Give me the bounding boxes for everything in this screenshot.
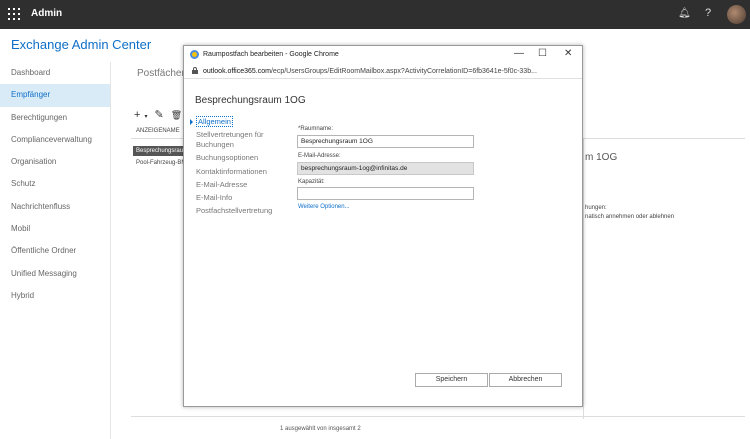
list-toolbar: + ▾ ✎ 🗑 [134, 108, 186, 121]
capacity-label: Kapazität: [298, 179, 325, 185]
nav-item-complianceverwaltung[interactable]: Complianceverwaltung [0, 129, 110, 151]
tab-kontaktinformationen[interactable]: Kontaktinformationen [189, 167, 289, 177]
app-launcher-icon[interactable] [8, 8, 20, 20]
help-icon[interactable]: ? [705, 7, 711, 19]
tab-email-adresse[interactable]: E-Mail-Adresse [189, 180, 289, 190]
tab-allgemein[interactable]: Allgemein [189, 116, 289, 127]
cancel-button[interactable]: Abbrechen [489, 373, 562, 387]
nav-item-unified-messaging[interactable]: Unified Messaging [0, 263, 110, 285]
email-field[interactable] [297, 162, 474, 175]
tab-stellvertretungen[interactable]: Stellvertretungen für Buchungen [189, 130, 289, 150]
column-header[interactable]: ANZEIGENAME [136, 128, 180, 134]
maximize-button[interactable]: ☐ [538, 48, 547, 59]
chrome-icon [190, 50, 199, 59]
url-text: outlook.office365.com/ecp/UsersGroups/Ed… [203, 68, 537, 75]
delete-icon[interactable]: 🗑 [171, 110, 182, 120]
edit-room-mailbox-window: Raumpostfach bearbeiten - Google Chrome … [183, 45, 583, 407]
status-text: 1 ausgewählt von insgesamt 2 [280, 426, 361, 432]
nav-item-empfaenger[interactable]: Empfänger [0, 84, 110, 107]
close-button[interactable]: ✕ [564, 48, 572, 59]
email-label: E-Mail-Adresse: [298, 153, 341, 159]
app-title: Admin [31, 8, 63, 19]
room-name-label: *Raumname: [298, 126, 334, 132]
lock-icon [192, 67, 198, 74]
bell-icon[interactable]: 🔔︎ [678, 8, 691, 19]
more-options-link[interactable]: Weitere Optionen... [298, 204, 350, 210]
window-title: Raumpostfach bearbeiten - Google Chrome [203, 51, 339, 58]
detail-title: m 1OG [585, 152, 618, 163]
tab-email-info[interactable]: E-Mail-Info [189, 193, 289, 203]
table-row[interactable]: Besprechungsraum 1OG [133, 146, 185, 156]
avatar[interactable] [727, 5, 746, 24]
divider [131, 416, 745, 417]
divider [583, 139, 584, 419]
nav-item-nachrichtenfluss[interactable]: Nachrichtenfluss [0, 196, 110, 218]
section-title: Postfächer [137, 68, 185, 79]
window-titlebar[interactable]: Raumpostfach bearbeiten - Google Chrome … [184, 46, 582, 63]
detail-text: hungen: [585, 205, 607, 211]
nav-item-mobil[interactable]: Mobil [0, 218, 110, 240]
detail-text: natisch annehmen oder ablehnen [585, 214, 675, 220]
room-name-field[interactable] [297, 135, 474, 148]
save-button[interactable]: Speichern [415, 373, 488, 387]
nav-item-schutz[interactable]: Schutz [0, 173, 110, 195]
dialog-sidebar: Allgemein Stellvertretungen für Buchunge… [189, 116, 289, 219]
tab-postfachstellvertretung[interactable]: Postfachstellvertretung [189, 206, 289, 216]
nav-item-hybrid[interactable]: Hybrid [0, 285, 110, 307]
left-nav: Dashboard Empfänger Berechtigungen Compl… [0, 62, 110, 307]
nav-divider [110, 62, 111, 439]
address-bar[interactable]: outlook.office365.com/ecp/UsersGroups/Ed… [184, 63, 582, 79]
chevron-down-icon[interactable]: ▾ [144, 114, 147, 120]
edit-icon[interactable]: ✎ [155, 109, 164, 121]
top-bar: Admin 🔔︎ ? [0, 0, 750, 29]
nav-item-oeffentliche-ordner[interactable]: Öffentliche Ordner [0, 240, 110, 262]
minimize-button[interactable]: — [514, 48, 524, 59]
page-title: Exchange Admin Center [11, 37, 152, 52]
dialog-heading: Besprechungsraum 1OG [195, 95, 306, 106]
add-icon[interactable]: + [134, 109, 140, 121]
nav-item-berechtigungen[interactable]: Berechtigungen [0, 107, 110, 129]
tab-buchungsoptionen[interactable]: Buchungsoptionen [189, 153, 289, 163]
capacity-field[interactable] [297, 187, 474, 200]
nav-item-organisation[interactable]: Organisation [0, 151, 110, 173]
nav-item-dashboard[interactable]: Dashboard [0, 62, 110, 84]
